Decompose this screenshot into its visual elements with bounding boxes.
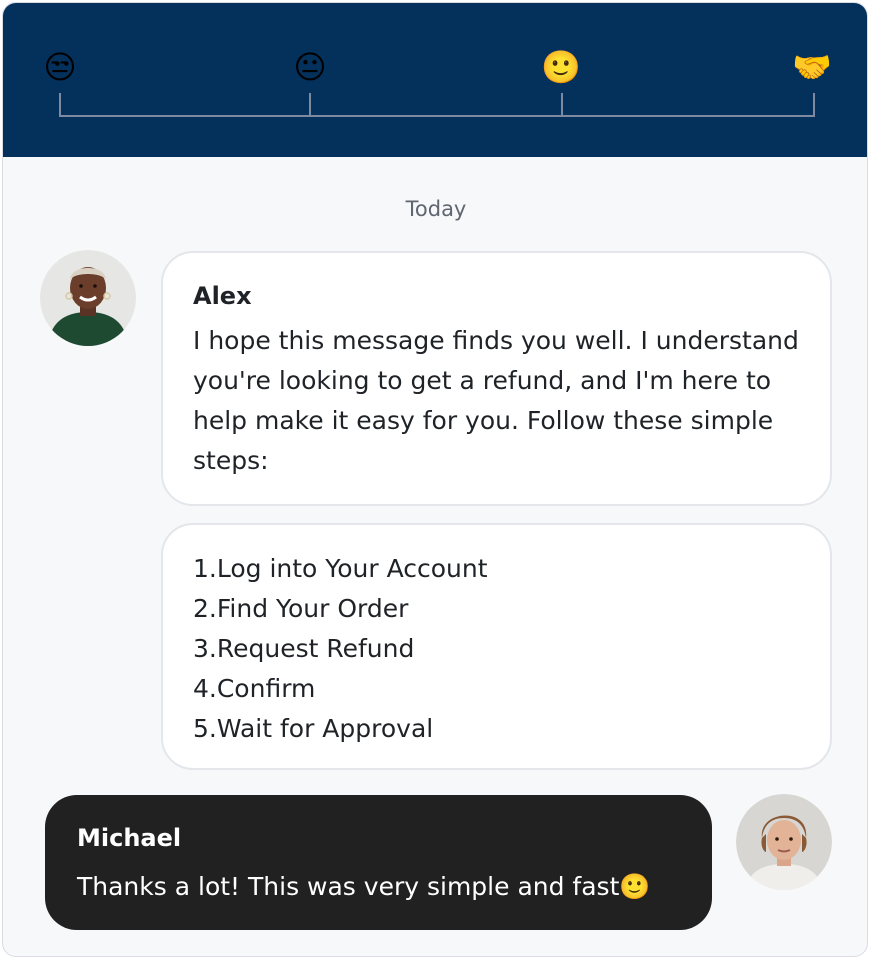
handshake-icon: 🤝 [792,48,832,86]
step-item: 3.Request Refund [193,634,415,663]
message-text: Thanks a lot! This was very simple and f… [77,872,651,901]
message-bubble-steps: 1.Log into Your Account 2.Find Your Orde… [161,523,832,770]
step-item: 5.Wait for Approval [193,714,434,743]
step-item: 1.Log into Your Account [193,554,488,583]
message-bubble-alex: Alex I hope this message finds you well.… [161,251,832,506]
message-text: I hope this message finds you well. I un… [193,326,799,475]
sender-name: Michael [77,824,182,852]
timeline-tick [309,93,311,117]
unamused-face-icon: 😒 [43,48,77,86]
sentiment-timeline-header: 😒 😐 🙂 🤝 [3,3,867,157]
slightly-smiling-face-icon: 🙂 [541,48,581,86]
timeline-tick [813,93,815,117]
neutral-face-icon: 😐 [293,48,327,86]
avatar-michael[interactable] [736,794,832,890]
message-bubble-michael: Michael Thanks a lot! This was very simp… [45,795,712,930]
step-item: 2.Find Your Order [193,594,409,623]
date-separator: Today [405,197,467,221]
avatar-alex-image [40,250,136,346]
chat-card: 😒 😐 🙂 🤝 Today Alex I hope this message f… [2,2,868,957]
avatar-michael-image [736,794,832,890]
timeline-tick [561,93,563,117]
timeline-track [60,115,815,117]
step-item: 4.Confirm [193,674,316,703]
sender-name: Alex [193,282,252,310]
avatar-alex[interactable] [40,250,136,346]
timeline-tick [59,93,61,117]
